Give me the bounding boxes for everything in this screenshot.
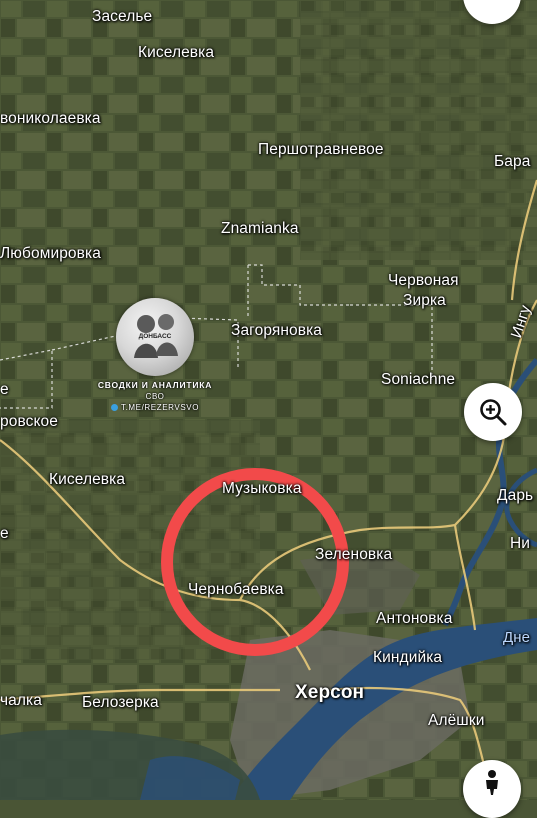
place-label-muzykovka: Музыковка xyxy=(222,480,302,497)
place-label-edge-e2: е xyxy=(0,525,9,542)
place-label-znamianka: Znamianka xyxy=(221,220,299,237)
place-label-kherson: Херсон xyxy=(295,682,365,703)
farmland-texture-sw xyxy=(0,420,260,660)
place-label-kiselevka-north: Киселевка xyxy=(138,44,215,61)
telegram-handle: T.ME/REZERVSVO xyxy=(120,403,200,412)
street-view-button[interactable] xyxy=(463,760,521,818)
watermark-telegram: T.ME/REZERVSVO xyxy=(96,402,214,413)
telegram-icon xyxy=(110,404,118,411)
place-label-rovskoe: ровское xyxy=(0,413,58,430)
place-label-kiselevka-south: Киселевка xyxy=(49,471,126,488)
channel-logo-text: ДОНБАСС xyxy=(139,333,172,340)
place-label-zagoryanovka: Загоряновка xyxy=(231,322,323,339)
place-label-bara: Бара xyxy=(494,153,531,170)
place-label-zirka: Зирка xyxy=(403,292,446,309)
place-label-zelenovka: Зеленовка xyxy=(315,546,393,563)
place-label-zaselye: Заселье xyxy=(92,8,153,25)
channel-watermark: ДОНБАСС СВОДКИ И АНАЛИТИКА СВО T.ME/REZE… xyxy=(96,298,214,413)
place-label-chalka: чалка xyxy=(0,692,42,709)
zoom-in-icon xyxy=(480,399,507,426)
place-label-soniachne: Soniachne xyxy=(381,371,456,388)
place-label-dnipro: Дне xyxy=(503,629,531,646)
place-label-chernobaevka: Чернобаевка xyxy=(188,581,284,598)
farmland-texture-ne xyxy=(300,0,537,260)
watermark-subtitle: СВО xyxy=(145,392,165,401)
place-label-kindiyka: Киндийка xyxy=(373,649,443,666)
street-view-person-icon xyxy=(486,770,498,795)
place-label-antonovka: Антоновка xyxy=(376,610,453,627)
place-label-darya: Дарь xyxy=(497,487,534,504)
place-label-chervonaya: Червоная xyxy=(388,272,459,289)
place-label-edge-e: е xyxy=(0,381,9,398)
place-label-aleshki: Алёшки xyxy=(428,712,485,729)
place-label-belozerka: Белозерка xyxy=(82,694,159,711)
place-label-ni: Ни xyxy=(510,535,531,552)
watermark-title: СВОДКИ И АНАЛИТИКА xyxy=(97,380,213,390)
channel-logo: ДОНБАСС xyxy=(116,298,194,376)
place-label-novonikolaevka: вониколаевка xyxy=(0,110,101,127)
place-label-lyubomirovka: Любомировка xyxy=(0,245,101,262)
place-label-pershotravnevoe: Першотравневое xyxy=(258,141,384,158)
zoom-in-button[interactable] xyxy=(464,383,522,441)
